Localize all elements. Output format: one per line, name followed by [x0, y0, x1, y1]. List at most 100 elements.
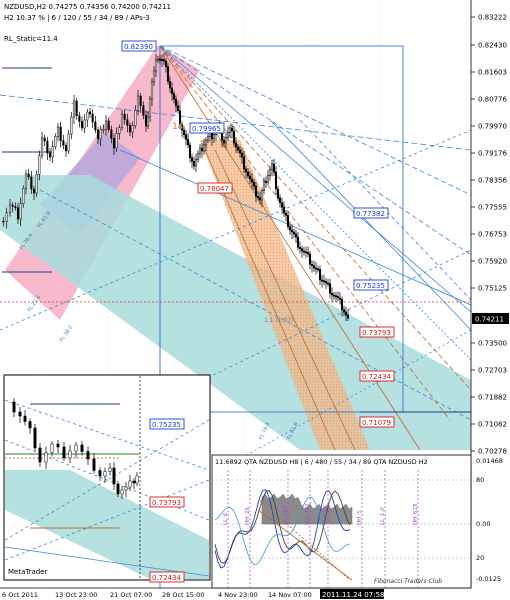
candle-body [230, 127, 234, 132]
candle-body [35, 174, 38, 194]
level-box-label: 0.79965 [192, 125, 221, 133]
candle-body [156, 58, 160, 61]
candle-body [272, 163, 276, 173]
time-axis-label: 28 Oct 15:00 [162, 591, 204, 599]
candle-body [116, 483, 120, 495]
candle-body [152, 70, 156, 83]
price-tick-label: 0.80776 [478, 96, 507, 104]
candle-body [336, 296, 340, 299]
candle-body [124, 486, 128, 491]
osc-scale-label: 0.01468 [476, 457, 503, 465]
candle-body [270, 163, 274, 170]
candle-body [30, 176, 33, 190]
candle-body [324, 281, 328, 284]
candle-body [252, 181, 256, 187]
candle-body [103, 471, 107, 477]
price-tick-label: 0.76753 [478, 231, 507, 239]
candle-body [78, 115, 81, 122]
candle-body [290, 229, 294, 233]
candle-body [150, 81, 154, 100]
candle-body [99, 129, 102, 140]
symbol-ohlc: NZDUSD,H2 0.74275 0.74356 0.74200 0.7421… [4, 3, 171, 11]
candle-body [308, 253, 312, 265]
candle-body [254, 185, 258, 197]
candle-body [306, 252, 310, 255]
candle-body [128, 125, 132, 133]
candle-body [40, 137, 44, 156]
candle-body [166, 66, 170, 82]
candle-body [120, 489, 124, 495]
inset-chart-window[interactable]: 0.75235 0.73793 0.72434 MetaTrader [3, 374, 211, 583]
candle-body [98, 470, 102, 477]
candle-body [132, 480, 136, 484]
candle-body [228, 127, 232, 133]
candle-body [112, 467, 116, 485]
candle-body [250, 178, 254, 183]
osc-vertical-label: HH_618 [413, 503, 419, 525]
candle-body [135, 475, 139, 484]
candle-body [238, 149, 242, 154]
candle-body [59, 126, 62, 141]
candle-body [5, 212, 8, 222]
candle-body [302, 250, 306, 253]
candle-body [108, 467, 112, 472]
candle-body [276, 188, 280, 199]
inset-level-label: 0.72434 [152, 574, 181, 582]
candle-body [296, 236, 300, 248]
candle-body [232, 130, 236, 144]
current-price-label: 0.74211 [475, 316, 504, 324]
candle-body [330, 293, 334, 296]
cursor-time-label: 2011.11.24 07:58 [322, 591, 384, 599]
price-tick-label: 0.82430 [478, 42, 507, 50]
candle-body [206, 136, 210, 141]
time-axis-label: 21 Oct 07:00 [110, 591, 152, 599]
candle-body [86, 451, 90, 460]
candle-body [148, 98, 152, 118]
osc-vertical-label: LL_1.0 [380, 507, 386, 525]
candle-body [334, 295, 338, 298]
oscillator-subwindow[interactable]: 11.6892 QTA NZDUSD H8 | 6 / 480 / 55 / 3… [211, 454, 503, 589]
candle-body [64, 145, 68, 152]
candle-body [190, 157, 194, 162]
candle-body [44, 452, 48, 463]
candle-body [226, 132, 230, 138]
level-box-label: 0.71079 [362, 419, 391, 427]
candle-body [266, 175, 270, 183]
candle-body [282, 207, 286, 214]
candle-body [288, 226, 292, 231]
candle-body [194, 159, 198, 167]
candle-body [91, 113, 94, 123]
candle-body [210, 132, 214, 140]
club-watermark: Fibonacci Traders Club [374, 578, 442, 585]
candle-body [51, 146, 54, 158]
level-box-label: 0.78047 [200, 185, 229, 193]
candle-body [94, 121, 97, 131]
osc-vertical-label: HH_5 [357, 510, 363, 525]
candle-body [11, 204, 14, 207]
candle-body [278, 197, 282, 203]
candle-body [292, 231, 296, 235]
candle-body [186, 139, 190, 146]
price-axis[interactable] [471, 0, 510, 588]
time-axis-label: 6 Oct 2011 [2, 591, 38, 599]
candle-body [326, 282, 330, 285]
candle-body [258, 197, 262, 201]
candle-body [28, 421, 32, 429]
candle-body [46, 140, 49, 154]
candle-body [72, 100, 76, 118]
candle-body [33, 427, 37, 449]
candle-body [176, 105, 180, 111]
candle-body [80, 444, 84, 452]
candle-body [294, 233, 298, 238]
candle-body [83, 119, 86, 129]
price-tick-label: 0.78356 [478, 177, 507, 185]
candle-body [196, 153, 200, 160]
candle-body [12, 401, 16, 413]
candle-body [56, 126, 60, 137]
candle-body [136, 95, 140, 111]
price-tick-label: 0.73500 [478, 340, 507, 348]
candle-body [198, 147, 202, 154]
candle-body [48, 152, 52, 158]
candle-body [88, 111, 92, 115]
osc-vertical-label: HH_382 [305, 503, 311, 525]
